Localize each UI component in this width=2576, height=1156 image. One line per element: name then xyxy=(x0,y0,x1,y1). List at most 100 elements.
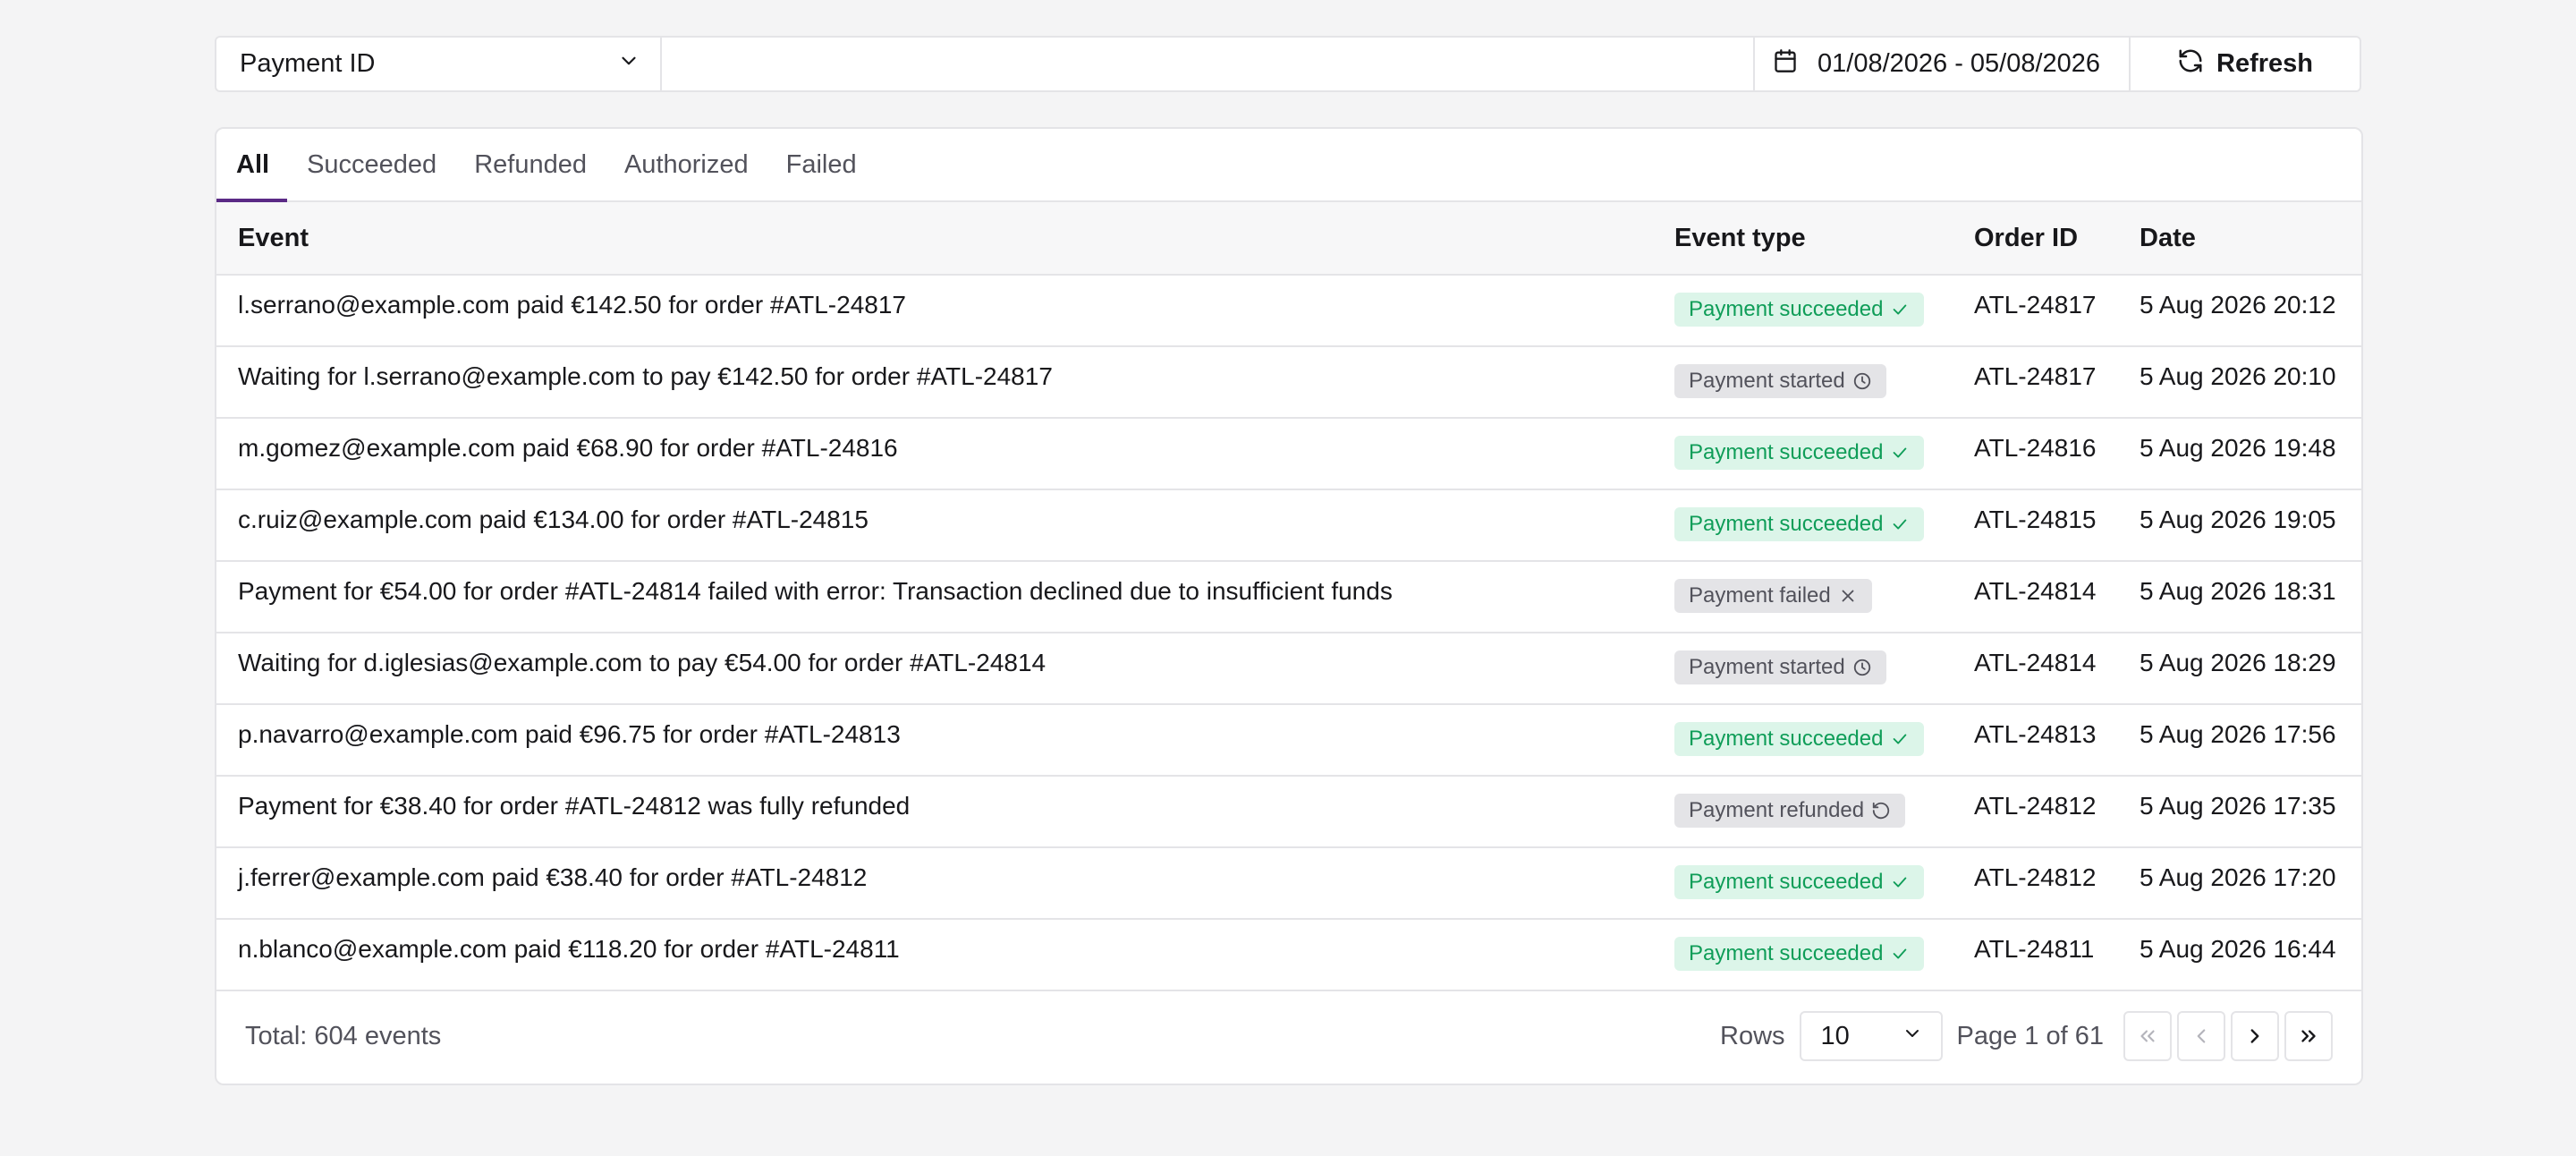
event-type-cell: Payment succeeded xyxy=(1653,704,1953,776)
status-badge: Payment succeeded xyxy=(1674,937,1925,971)
tab-failed[interactable]: Failed xyxy=(767,129,875,200)
table-footer: Total: 604 events Rows 10 Page 1 of 61 xyxy=(216,989,2361,1084)
event-date: 5 Aug 2026 18:29 xyxy=(2140,649,2336,676)
last-page-button[interactable] xyxy=(2284,1011,2333,1061)
table-row[interactable]: m.gomez@example.com paid €68.90 for orde… xyxy=(216,418,2361,489)
header-date[interactable]: Date xyxy=(2118,202,2361,276)
check-icon xyxy=(1894,948,1907,959)
tab-all[interactable]: All xyxy=(216,129,288,202)
status-badge: Payment failed xyxy=(1674,579,1872,613)
header-event-type[interactable]: Event type xyxy=(1653,202,1953,276)
event-type-cell: Payment failed xyxy=(1653,561,1953,633)
event-type-cell: Payment succeeded xyxy=(1653,847,1953,919)
event-description: l.serrano@example.com paid €142.50 for o… xyxy=(238,291,906,319)
chevron-down-icon xyxy=(617,49,640,80)
table-row[interactable]: Waiting for l.serrano@example.com to pay… xyxy=(216,346,2361,418)
header-order-id[interactable]: Order ID xyxy=(1953,202,2118,276)
rows-label: Rows xyxy=(1720,1021,1785,1050)
event-type-cell: Payment succeeded xyxy=(1653,489,1953,561)
events-card: All Succeeded Refunded Authorized Failed… xyxy=(215,127,2363,1085)
event-description: Payment for €54.00 for order #ATL-24814 … xyxy=(238,577,1393,605)
status-badge: Payment succeeded xyxy=(1674,722,1925,756)
rows-per-page-select[interactable]: 10 xyxy=(1799,1011,1943,1061)
tab-succeeded[interactable]: Succeeded xyxy=(287,129,454,200)
event-description: j.ferrer@example.com paid €38.40 for ord… xyxy=(238,863,868,891)
chevron-right-icon xyxy=(2250,1029,2259,1043)
search-field-label: Payment ID xyxy=(240,49,376,78)
search-field-select[interactable]: Payment ID xyxy=(216,38,662,90)
table-row[interactable]: p.navarro@example.com paid €96.75 for or… xyxy=(216,704,2361,776)
event-type-cell: Payment succeeded xyxy=(1653,919,1953,990)
event-date: 5 Aug 2026 16:44 xyxy=(2140,935,2336,963)
refresh-button[interactable]: Refresh xyxy=(2129,38,2360,90)
event-date: 5 Aug 2026 19:05 xyxy=(2140,506,2336,533)
total-events: Total: 604 events xyxy=(245,1021,442,1050)
table-header-row: Event Event type Order ID Date xyxy=(216,202,2361,276)
order-id: ATL-24812 xyxy=(1974,863,2097,891)
table-row[interactable]: n.blanco@example.com paid €118.20 for or… xyxy=(216,919,2361,990)
status-badge-label: Payment succeeded xyxy=(1689,941,1884,965)
check-icon xyxy=(1894,519,1907,530)
date-range-picker[interactable]: 01/08/2026 - 05/08/2026 xyxy=(1753,38,2129,90)
event-type-cell: Payment started xyxy=(1653,633,1953,704)
filter-bar: Payment ID 01/08/2026 - 05/08/2026 Refre… xyxy=(215,36,2361,92)
tab-refunded[interactable]: Refunded xyxy=(454,129,605,200)
order-id: ATL-24817 xyxy=(1974,291,2097,319)
event-description: m.gomez@example.com paid €68.90 for orde… xyxy=(238,434,898,462)
refresh-icon xyxy=(2177,47,2204,81)
status-badge-label: Payment succeeded xyxy=(1689,512,1884,536)
order-id: ATL-24812 xyxy=(1974,792,2097,820)
next-page-button[interactable] xyxy=(2231,1011,2279,1061)
event-date: 5 Aug 2026 17:20 xyxy=(2140,863,2336,891)
table-row[interactable]: l.serrano@example.com paid €142.50 for o… xyxy=(216,275,2361,346)
refund-icon xyxy=(1872,802,1890,820)
event-description: p.navarro@example.com paid €96.75 for or… xyxy=(238,720,901,748)
event-date: 5 Aug 2026 20:12 xyxy=(2140,291,2336,319)
status-badge-label: Payment started xyxy=(1689,655,1845,679)
table-row[interactable]: j.ferrer@example.com paid €38.40 for ord… xyxy=(216,847,2361,919)
chevron-down-icon xyxy=(1902,1022,1923,1051)
order-id: ATL-24815 xyxy=(1974,506,2097,533)
status-tabs: All Succeeded Refunded Authorized Failed xyxy=(216,129,2361,202)
table-row[interactable]: c.ruiz@example.com paid €134.00 for orde… xyxy=(216,489,2361,561)
event-description: Waiting for d.iglesias@example.com to pa… xyxy=(238,649,1046,676)
event-type-cell: Payment succeeded xyxy=(1653,418,1953,489)
rows-per-page-value: 10 xyxy=(1820,1021,1850,1050)
event-type-cell: Payment refunded xyxy=(1653,776,1953,847)
check-icon xyxy=(1894,877,1907,888)
header-event[interactable]: Event xyxy=(216,202,1653,276)
status-badge-label: Payment succeeded xyxy=(1689,870,1884,894)
order-id: ATL-24817 xyxy=(1974,362,2097,390)
event-description: Waiting for l.serrano@example.com to pay… xyxy=(238,362,1053,390)
date-range-value: 01/08/2026 - 05/08/2026 xyxy=(1818,49,2101,78)
event-date: 5 Aug 2026 17:56 xyxy=(2140,720,2336,748)
status-badge-label: Payment succeeded xyxy=(1689,440,1884,464)
check-icon xyxy=(1894,304,1907,315)
page-info: Page 1 of 61 xyxy=(1956,1021,2104,1050)
refresh-label: Refresh xyxy=(2216,49,2313,78)
clock-icon xyxy=(1853,659,1870,676)
order-id: ATL-24814 xyxy=(1974,577,2097,605)
table-row[interactable]: Payment for €54.00 for order #ATL-24814 … xyxy=(216,561,2361,633)
x-icon xyxy=(1842,590,1854,602)
status-badge: Payment started xyxy=(1674,650,1886,684)
table-row[interactable]: Payment for €38.40 for order #ATL-24812 … xyxy=(216,776,2361,847)
clock-icon xyxy=(1853,372,1870,390)
calendar-icon xyxy=(1773,48,1798,81)
event-type-cell: Payment started xyxy=(1653,346,1953,418)
status-badge: Payment succeeded xyxy=(1674,507,1925,541)
event-description: Payment for €38.40 for order #ATL-24812 … xyxy=(238,792,911,820)
first-page-button[interactable] xyxy=(2123,1011,2172,1061)
order-id: ATL-24814 xyxy=(1974,649,2097,676)
tab-authorized[interactable]: Authorized xyxy=(605,129,767,200)
event-type-cell: Payment succeeded xyxy=(1653,275,1953,346)
table-row[interactable]: Waiting for d.iglesias@example.com to pa… xyxy=(216,633,2361,704)
prev-page-button[interactable] xyxy=(2177,1011,2225,1061)
event-description: n.blanco@example.com paid €118.20 for or… xyxy=(238,935,900,963)
chevrons-right-icon xyxy=(2301,1030,2316,1042)
status-badge: Payment refunded xyxy=(1674,794,1906,828)
order-id: ATL-24816 xyxy=(1974,434,2097,462)
table-body: l.serrano@example.com paid €142.50 for o… xyxy=(216,275,2361,990)
search-input[interactable] xyxy=(662,38,1753,90)
event-date: 5 Aug 2026 18:31 xyxy=(2140,577,2336,605)
